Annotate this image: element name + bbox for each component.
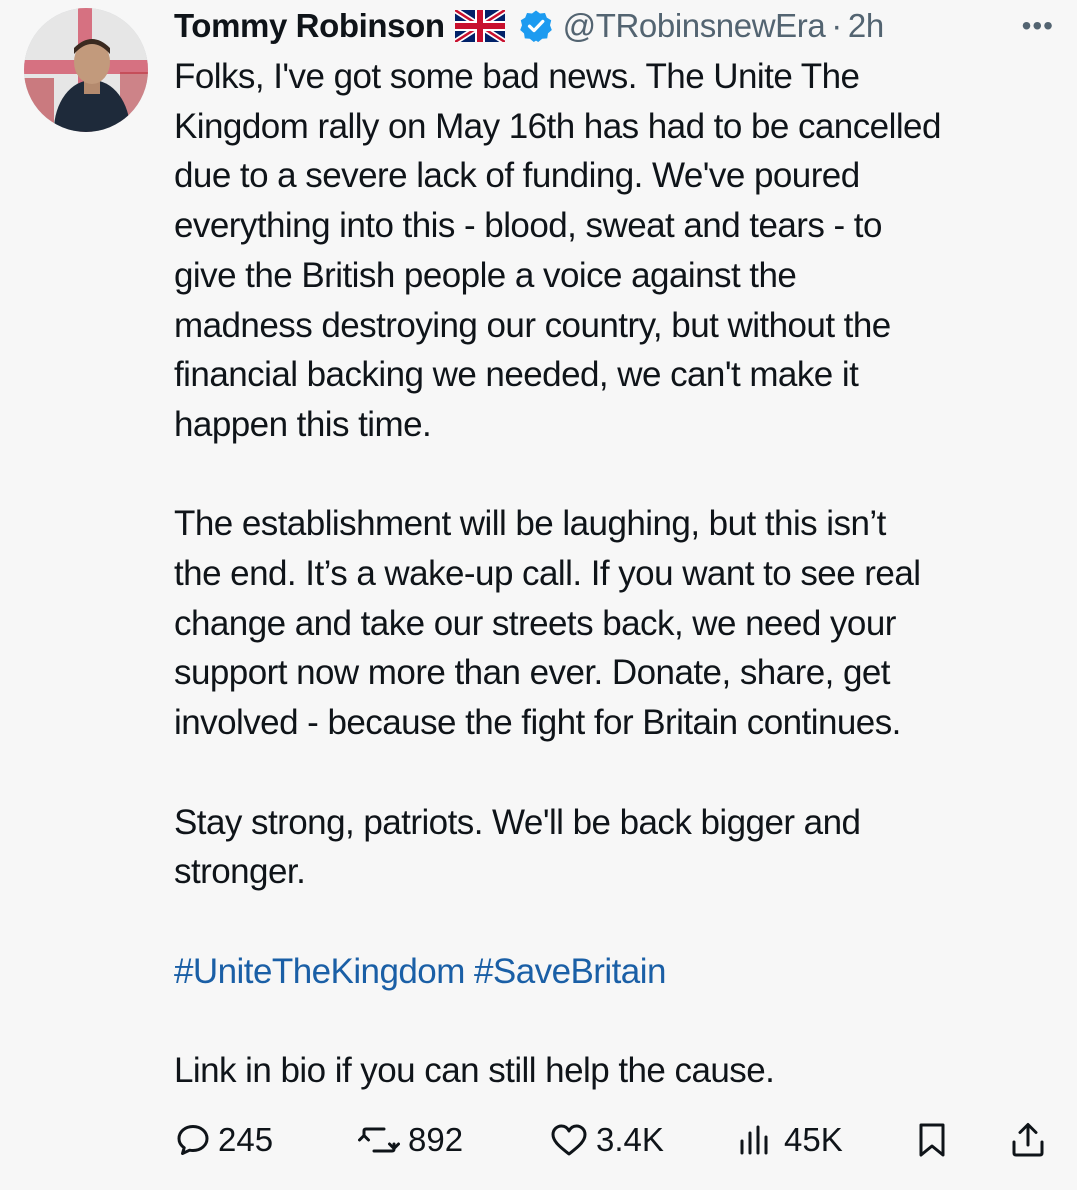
views-icon [736, 1123, 784, 1157]
like-icon [550, 1123, 596, 1157]
share-button[interactable] [1010, 1112, 1054, 1168]
bookmark-button[interactable] [916, 1112, 956, 1168]
separator-dot: · [831, 7, 842, 44]
tweet-closing-line: Link in bio if you can still help the ca… [174, 1051, 775, 1090]
author-handle[interactable]: @TRobinsnewEra [563, 7, 826, 45]
reply-count: 245 [218, 1121, 274, 1158]
verified-badge-icon[interactable] [519, 9, 553, 43]
repost-button[interactable]: 892 [358, 1112, 463, 1168]
tweet-paragraph: The establishment will be laughing, but … [174, 504, 921, 743]
hashtags: #UniteTheKingdom #SaveBritain [174, 947, 1064, 997]
share-icon [1010, 1122, 1054, 1158]
action-bar: 245 892 3.4K 45K [174, 1112, 1054, 1168]
hashtag-link[interactable]: #SaveBritain [474, 952, 666, 991]
avatar[interactable] [24, 8, 148, 132]
repost-count: 892 [408, 1121, 464, 1158]
author-name[interactable]: Tommy Robinson [174, 7, 445, 45]
repost-icon [358, 1123, 408, 1157]
bookmark-icon [916, 1122, 956, 1158]
uk-flag-icon [453, 7, 507, 45]
hashtag-link[interactable]: #UniteTheKingdom [174, 952, 465, 991]
tweet: Tommy Robinson @TRobinsnewEra · 2h ••• F… [0, 0, 1077, 1190]
like-count: 3.4K [596, 1121, 664, 1158]
tweet-paragraph: Stay strong, patriots. We'll be back big… [174, 802, 861, 892]
reply-button[interactable]: 245 [176, 1112, 273, 1168]
like-button[interactable]: 3.4K [550, 1112, 664, 1168]
more-icon[interactable]: ••• [1022, 10, 1054, 42]
tweet-text: Folks, I've got some bad news. The Unite… [174, 52, 1064, 1096]
tweet-header: Tommy Robinson @TRobinsnewEra · 2h ••• [174, 4, 1054, 48]
views-count: 45K [784, 1121, 843, 1158]
tweet-timestamp[interactable]: 2h [848, 7, 884, 45]
views-button[interactable]: 45K [736, 1112, 843, 1168]
reply-icon [176, 1123, 218, 1157]
tweet-paragraph: Folks, I've got some bad news. The Unite… [174, 57, 941, 444]
